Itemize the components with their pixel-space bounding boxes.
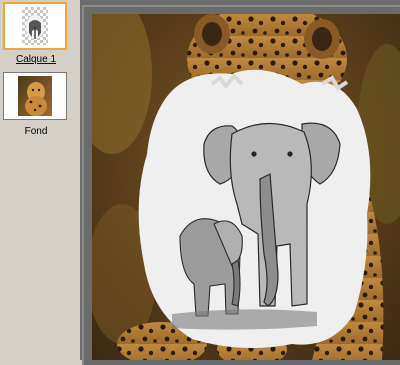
layer-name[interactable]: Calque 1: [0, 54, 72, 65]
elephant-thumbnail-icon: [26, 15, 44, 39]
layer-thumbnail-calque-1[interactable]: [3, 2, 67, 50]
layers-panel: Calque 1 Fond: [0, 0, 80, 360]
layer-name[interactable]: Fond: [0, 126, 72, 137]
composited-image: [92, 14, 400, 360]
layer-thumbnail-fond[interactable]: [3, 72, 67, 120]
leopard-thumbnail-icon: [18, 76, 52, 116]
document-canvas[interactable]: [92, 14, 400, 360]
canvas-area[interactable]: [80, 0, 400, 365]
